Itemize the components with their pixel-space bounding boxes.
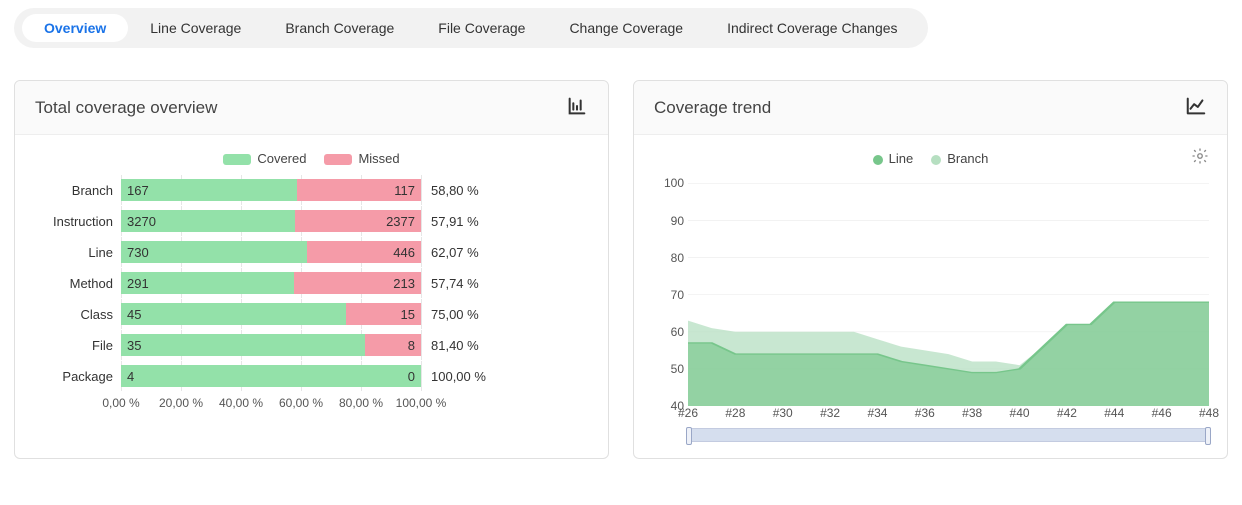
covered-segment: 3270 xyxy=(121,210,295,232)
covered-segment: 167 xyxy=(121,179,297,201)
x-tick: #44 xyxy=(1104,406,1124,420)
legend-branch-label: Branch xyxy=(947,151,988,166)
tab-file-coverage[interactable]: File Coverage xyxy=(416,14,547,42)
bar-row: Line73044662,07 % xyxy=(33,238,590,266)
bar-chart-icon xyxy=(566,95,588,120)
bar-track: 167117 xyxy=(121,179,421,201)
bar-row: Branch16711758,80 % xyxy=(33,176,590,204)
bar-track: 291213 xyxy=(121,272,421,294)
trend-title: Coverage trend xyxy=(654,98,771,118)
overview-legend: Covered Missed xyxy=(33,151,590,166)
x-tick: #32 xyxy=(820,406,840,420)
bar-row: Method29121357,74 % xyxy=(33,269,590,297)
covered-segment: 45 xyxy=(121,303,346,325)
missed-segment: 15 xyxy=(346,303,421,325)
trend-legend: Line Branch xyxy=(652,151,1209,166)
y-tick: 100 xyxy=(664,176,684,190)
x-tick: 20,00 % xyxy=(159,396,203,410)
y-tick: 70 xyxy=(671,288,684,302)
bar-percent: 58,80 % xyxy=(421,183,491,198)
bar-label: Line xyxy=(33,245,121,260)
legend-line-label: Line xyxy=(889,151,914,166)
bar-percent: 62,07 % xyxy=(421,245,491,260)
bar-label: Method xyxy=(33,276,121,291)
tab-line-coverage[interactable]: Line Coverage xyxy=(128,14,263,42)
line-chart-icon xyxy=(1185,95,1207,120)
x-tick: 100,00 % xyxy=(396,396,447,410)
branch-dot xyxy=(931,155,941,165)
missed-segment: 213 xyxy=(294,272,421,294)
x-tick: 60,00 % xyxy=(279,396,323,410)
tab-branch-coverage[interactable]: Branch Coverage xyxy=(263,14,416,42)
settings-button[interactable] xyxy=(1191,147,1209,168)
x-tick: #48 xyxy=(1199,406,1219,420)
bar-percent: 75,00 % xyxy=(421,307,491,322)
covered-segment: 4 xyxy=(121,365,421,387)
tabs: OverviewLine CoverageBranch CoverageFile… xyxy=(14,8,928,48)
bar-track: 4515 xyxy=(121,303,421,325)
missed-swatch xyxy=(324,154,352,165)
x-tick: 0,00 % xyxy=(102,396,139,410)
missed-segment: 446 xyxy=(307,241,421,263)
covered-segment: 730 xyxy=(121,241,307,263)
x-tick: 80,00 % xyxy=(339,396,383,410)
legend-missed-label: Missed xyxy=(358,151,399,166)
x-tick: #36 xyxy=(915,406,935,420)
tab-indirect-coverage-changes[interactable]: Indirect Coverage Changes xyxy=(705,14,919,42)
y-tick: 80 xyxy=(671,251,684,265)
covered-segment: 291 xyxy=(121,272,294,294)
bar-track: 730446 xyxy=(121,241,421,263)
x-tick: #28 xyxy=(725,406,745,420)
trend-x-axis: #26#28#30#32#34#36#38#40#42#44#46#48 xyxy=(688,406,1209,422)
bar-percent: 57,74 % xyxy=(421,276,491,291)
range-handle-left[interactable] xyxy=(686,427,692,445)
x-tick: #38 xyxy=(962,406,982,420)
line-dot xyxy=(873,155,883,165)
missed-segment: 117 xyxy=(297,179,421,201)
missed-segment: 8 xyxy=(365,334,421,356)
overview-card: Total coverage overview Covered Missed B… xyxy=(14,80,609,459)
bar-row: Instruction3270237757,91 % xyxy=(33,207,590,235)
x-tick: #30 xyxy=(773,406,793,420)
range-handle-right[interactable] xyxy=(1205,427,1211,445)
overview-x-axis: 0,00 %20,00 %40,00 %60,00 %80,00 %100,00… xyxy=(121,396,421,412)
bar-label: Branch xyxy=(33,183,121,198)
bar-track: 358 xyxy=(121,334,421,356)
trend-card: Coverage trend Line Branch xyxy=(633,80,1228,459)
bar-row: Class451575,00 % xyxy=(33,300,590,328)
x-tick: #42 xyxy=(1057,406,1077,420)
bar-label: File xyxy=(33,338,121,353)
x-tick: #34 xyxy=(867,406,887,420)
bar-percent: 100,00 % xyxy=(421,369,491,384)
bar-track: 40 xyxy=(121,365,421,387)
bar-label: Package xyxy=(33,369,121,384)
bar-track: 32702377 xyxy=(121,210,421,232)
x-tick: #46 xyxy=(1152,406,1172,420)
bar-label: Instruction xyxy=(33,214,121,229)
y-tick: 60 xyxy=(671,325,684,339)
tab-overview[interactable]: Overview xyxy=(22,14,128,42)
missed-segment: 0 xyxy=(415,365,421,387)
bar-row: Package40100,00 % xyxy=(33,362,590,390)
covered-swatch xyxy=(223,154,251,165)
coverage-bars: Branch16711758,80 %Instruction3270237757… xyxy=(33,176,590,390)
covered-segment: 35 xyxy=(121,334,365,356)
x-tick: #40 xyxy=(1010,406,1030,420)
bar-row: File35881,40 % xyxy=(33,331,590,359)
bar-percent: 57,91 % xyxy=(421,214,491,229)
bar-label: Class xyxy=(33,307,121,322)
x-tick: #26 xyxy=(678,406,698,420)
y-tick: 90 xyxy=(671,214,684,228)
overview-title: Total coverage overview xyxy=(35,98,217,118)
missed-segment: 2377 xyxy=(295,210,421,232)
x-tick: 40,00 % xyxy=(219,396,263,410)
bar-percent: 81,40 % xyxy=(421,338,491,353)
y-tick: 50 xyxy=(671,362,684,376)
tab-change-coverage[interactable]: Change Coverage xyxy=(547,14,705,42)
legend-covered-label: Covered xyxy=(257,151,306,166)
trend-chart: 405060708090100 xyxy=(652,176,1209,406)
range-slider[interactable] xyxy=(688,428,1209,442)
